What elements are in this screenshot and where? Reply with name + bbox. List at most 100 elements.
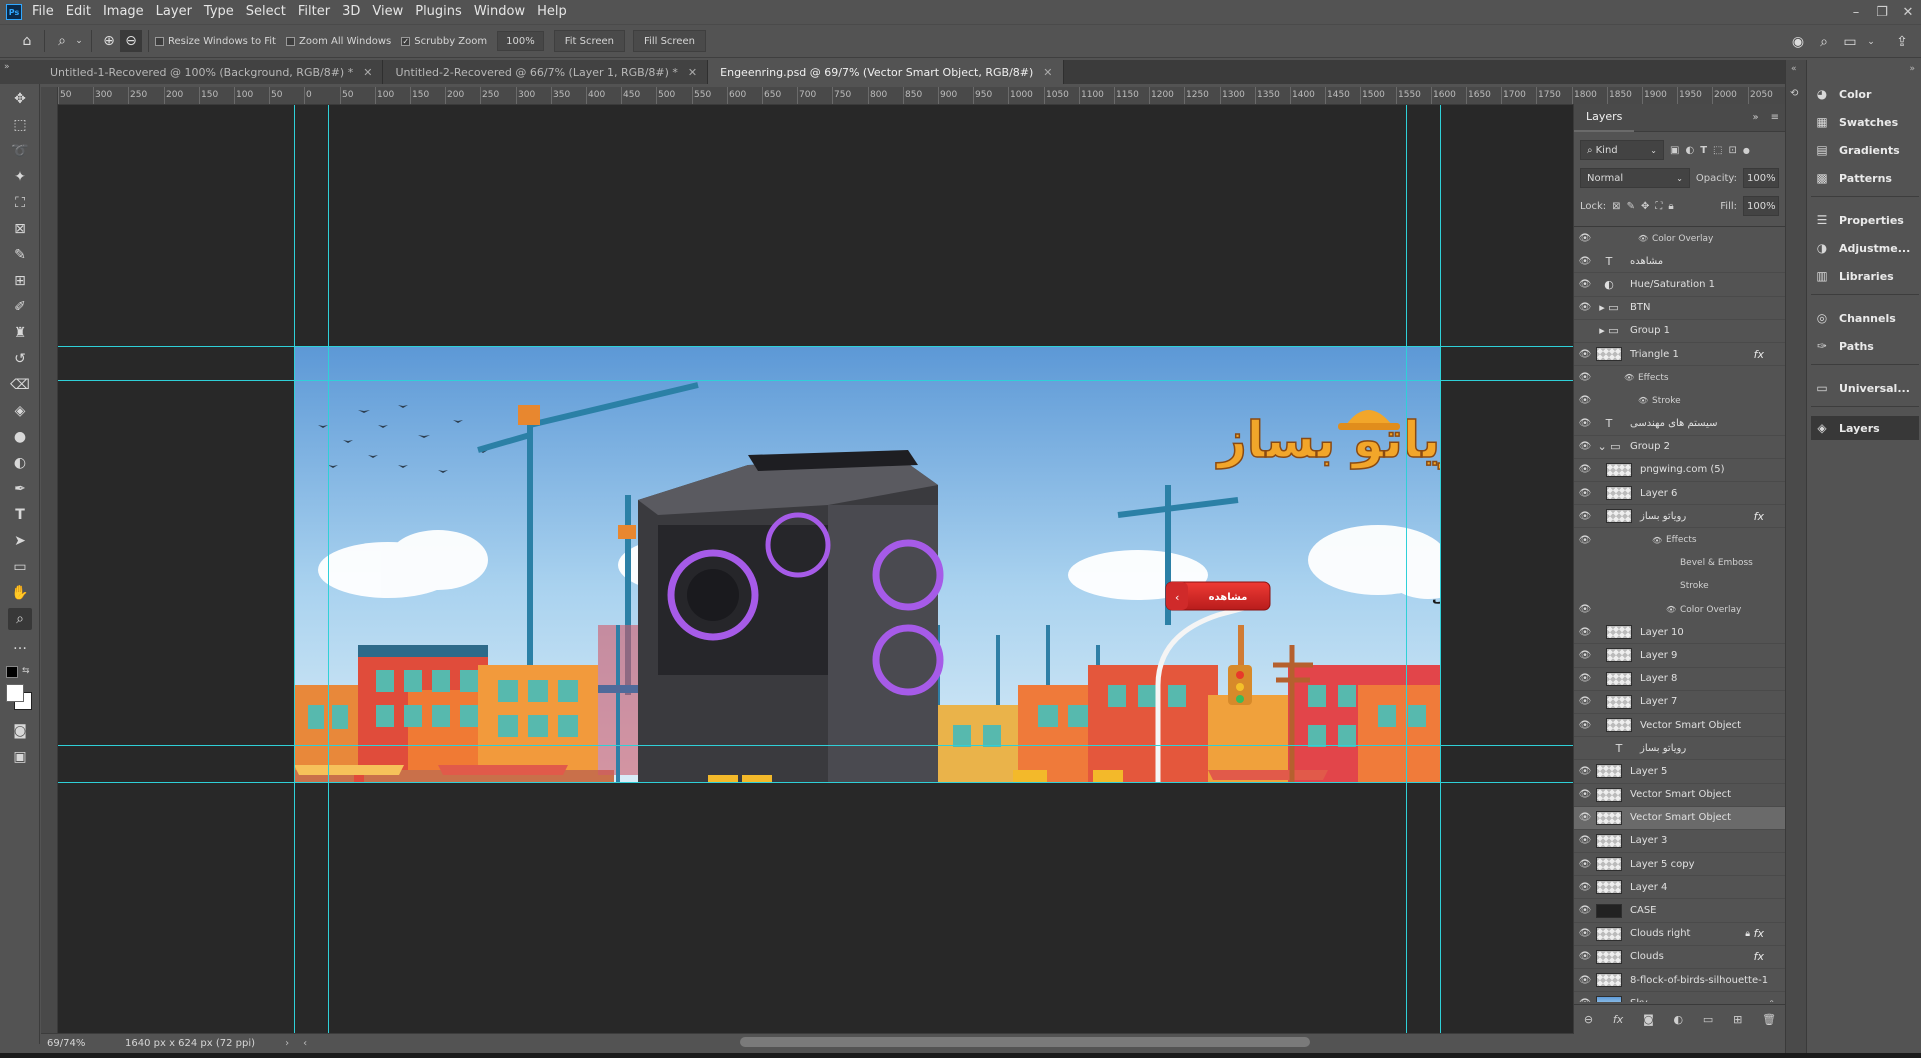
visibility-eye-icon[interactable]: 👁︎ [1574, 535, 1596, 546]
effect-visibility-icon[interactable]: 👁︎ [1638, 234, 1652, 243]
lock-transparency-icon[interactable]: ⊠ [1612, 201, 1620, 212]
layer-effects-icon[interactable]: fx [1754, 510, 1764, 523]
restore-button[interactable]: ❐ [1869, 0, 1895, 24]
history-brush-tool-icon[interactable]: ↺ [8, 348, 32, 370]
menu-layer[interactable]: Layer [150, 0, 198, 24]
zoom-level-readout[interactable]: 69/74% [47, 1038, 107, 1049]
visibility-eye-icon[interactable]: 👁︎ [1574, 720, 1596, 731]
foreground-color-swatch[interactable] [6, 684, 24, 702]
visibility-eye-icon[interactable]: 👁︎ [1574, 256, 1596, 267]
zoom-tool-preset-icon[interactable]: ⌕ [51, 30, 73, 52]
layer-row[interactable]: 👁︎ ◐ Hue/Saturation 1 [1574, 273, 1786, 297]
visibility-eye-icon[interactable]: 👁︎ [1574, 488, 1596, 499]
layer-row[interactable]: 👁︎ Layer 4 [1574, 876, 1786, 900]
guide-line[interactable] [1440, 105, 1441, 1033]
layer-row[interactable]: 👁︎ Layer 8 [1574, 668, 1786, 691]
guide-line[interactable] [1406, 105, 1407, 1033]
magic-wand-tool-icon[interactable]: ✦ [8, 166, 32, 188]
layer-row[interactable]: 👁︎ Vector Smart Object [1574, 806, 1786, 830]
dock-swatches[interactable]: ▦ Swatches [1811, 110, 1919, 134]
eyedropper-tool-icon[interactable]: ✎ [8, 244, 32, 266]
filter-smart-object-icon[interactable]: ⊡ [1728, 145, 1736, 156]
layer-row[interactable]: 👁︎ T سیستم های مهندسی [1574, 413, 1786, 436]
layer-row[interactable]: 👁︎ Vector Smart Object [1574, 714, 1786, 738]
visibility-eye-icon[interactable]: 👁︎ [1574, 464, 1596, 475]
hand-tool-icon[interactable]: ✋ [8, 582, 32, 604]
link-layers-icon[interactable]: ⊖ [1584, 1013, 1593, 1026]
frame-tool-icon[interactable]: ⊠ [8, 218, 32, 240]
chevron-down-icon[interactable]: ⌄ [73, 30, 85, 52]
effect-visibility-icon[interactable]: 👁︎ [1638, 396, 1652, 405]
visibility-eye-icon[interactable]: 👁︎ [1574, 975, 1596, 986]
type-tool-icon[interactable]: T [8, 504, 32, 526]
screen-mode-icon[interactable]: ▣ [8, 746, 32, 768]
menu-view[interactable]: View [366, 0, 409, 24]
filter-shape-icon[interactable]: ⬚ [1713, 145, 1722, 156]
visibility-eye-icon[interactable]: 👁︎ [1574, 441, 1596, 452]
visibility-eye-icon[interactable]: 👁︎ [1574, 233, 1596, 244]
history-icon[interactable]: ⟲ [1790, 88, 1798, 99]
lock-position-icon[interactable]: ✥ [1641, 201, 1649, 212]
layer-row[interactable]: 👁︎ ⌄ ▭ Group 2 [1574, 436, 1786, 459]
guide-line[interactable] [58, 346, 1574, 347]
layer-row[interactable]: 👁︎ Layer 7 [1574, 691, 1786, 714]
checkbox-checked-box[interactable]: ✓ [401, 36, 411, 46]
visibility-eye-icon[interactable]: 👁︎ [1574, 650, 1596, 661]
horizontal-scrollbar[interactable] [740, 1037, 1310, 1047]
menu-select[interactable]: Select [240, 0, 292, 24]
layer-row[interactable]: 👁︎ Sky 🔒︎ [1574, 992, 1786, 1002]
layer-effect-row[interactable]: 👁︎ 👁︎ Color Overlay [1574, 598, 1786, 621]
dock-channels[interactable]: ◎ Channels [1811, 306, 1919, 330]
fill-field[interactable]: 100% [1743, 196, 1779, 216]
layer-effects-icon[interactable]: fx [1754, 927, 1764, 940]
tab-untitled-2[interactable]: Untitled-2-Recovered @ 66/7% (Layer 1, R… [383, 60, 709, 84]
menu-file[interactable]: File [26, 0, 60, 24]
panel-collapse-icon[interactable]: » [1909, 64, 1915, 74]
clone-stamp-tool-icon[interactable]: ♜ [8, 322, 32, 344]
zoom-tool-icon[interactable]: ⌕ [8, 608, 32, 630]
layer-row[interactable]: 👁︎ Layer 6 [1574, 482, 1786, 506]
effect-visibility-icon[interactable]: 👁︎ [1666, 605, 1680, 614]
visibility-off-icon[interactable]: 👁︎ [1574, 743, 1596, 754]
new-layer-icon[interactable]: ⊞ [1733, 1013, 1742, 1026]
layer-row[interactable]: 👁︎ رویاتو بساز fx [1574, 505, 1786, 529]
layer-row[interactable]: 👁︎ Layer 10 [1574, 621, 1786, 645]
visibility-eye-icon[interactable]: 👁︎ [1574, 905, 1596, 916]
blur-tool-icon[interactable]: ● [8, 426, 32, 448]
new-adjustment-icon[interactable]: ◐ [1674, 1013, 1684, 1026]
menu-filter[interactable]: Filter [292, 0, 336, 24]
swap-colors-icon[interactable]: ⇆ [22, 666, 30, 676]
scroll-left-arrow-icon[interactable]: ‹ [303, 1038, 307, 1049]
marquee-tool-icon[interactable]: ⬚ [8, 114, 32, 136]
zoom-percent-field[interactable]: 100% [497, 31, 544, 51]
visibility-eye-icon[interactable]: 👁︎ [1574, 395, 1596, 406]
visibility-eye-icon[interactable]: 👁︎ [1574, 859, 1596, 870]
layer-effect-row[interactable]: 👁︎ Bevel & Emboss [1574, 552, 1786, 575]
dock-gradients[interactable]: ▤ Gradients [1811, 138, 1919, 162]
layer-row[interactable]: 👁︎ Layer 3 [1574, 830, 1786, 854]
layer-row[interactable]: 👁︎ 8-flock-of-birds-silhouette-1 [1574, 969, 1786, 993]
layer-row[interactable]: 👁︎ CASE [1574, 899, 1786, 923]
horizontal-ruler[interactable]: 50 300 250 200 150 100 50 0 50 100 150 200 250 300 350… [58, 87, 1785, 105]
guide-line[interactable] [328, 105, 329, 1033]
visibility-eye-icon[interactable]: 👁︎ [1574, 372, 1596, 383]
path-selection-tool-icon[interactable]: ➤ [8, 530, 32, 552]
paint-bucket-tool-icon[interactable]: ◈ [8, 400, 32, 422]
panel-collapse-icon[interactable]: » [4, 62, 10, 72]
panel-menu-icon[interactable]: ≡ [1771, 112, 1779, 123]
brush-tool-icon[interactable]: ✐ [8, 296, 32, 318]
add-style-icon[interactable]: fx [1613, 1013, 1623, 1026]
layer-list[interactable]: 👁︎ 👁︎ Color Overlay 👁︎ T مشاهده 👁︎ ◐ Hue/Saturat… [1574, 226, 1786, 1002]
layer-row[interactable]: 👁︎ pngwing.com (5) [1574, 459, 1786, 483]
vertical-ruler[interactable] [41, 87, 58, 1042]
panel-collapse-icon[interactable]: » [1752, 112, 1758, 123]
share-icon[interactable]: ⇪ [1891, 31, 1913, 53]
visibility-eye-icon[interactable]: 👁︎ [1574, 279, 1596, 290]
menu-plugins[interactable]: Plugins [409, 0, 468, 24]
lock-artboard-icon[interactable]: ⛶ [1655, 201, 1662, 212]
healing-brush-tool-icon[interactable]: ⊞ [8, 270, 32, 292]
menu-window[interactable]: Window [468, 0, 531, 24]
filter-pixel-icon[interactable]: ▣ [1670, 145, 1679, 156]
fit-screen-button[interactable]: Fit Screen [553, 30, 626, 52]
resize-windows-checkbox[interactable]: Resize Windows to Fit [155, 36, 276, 47]
